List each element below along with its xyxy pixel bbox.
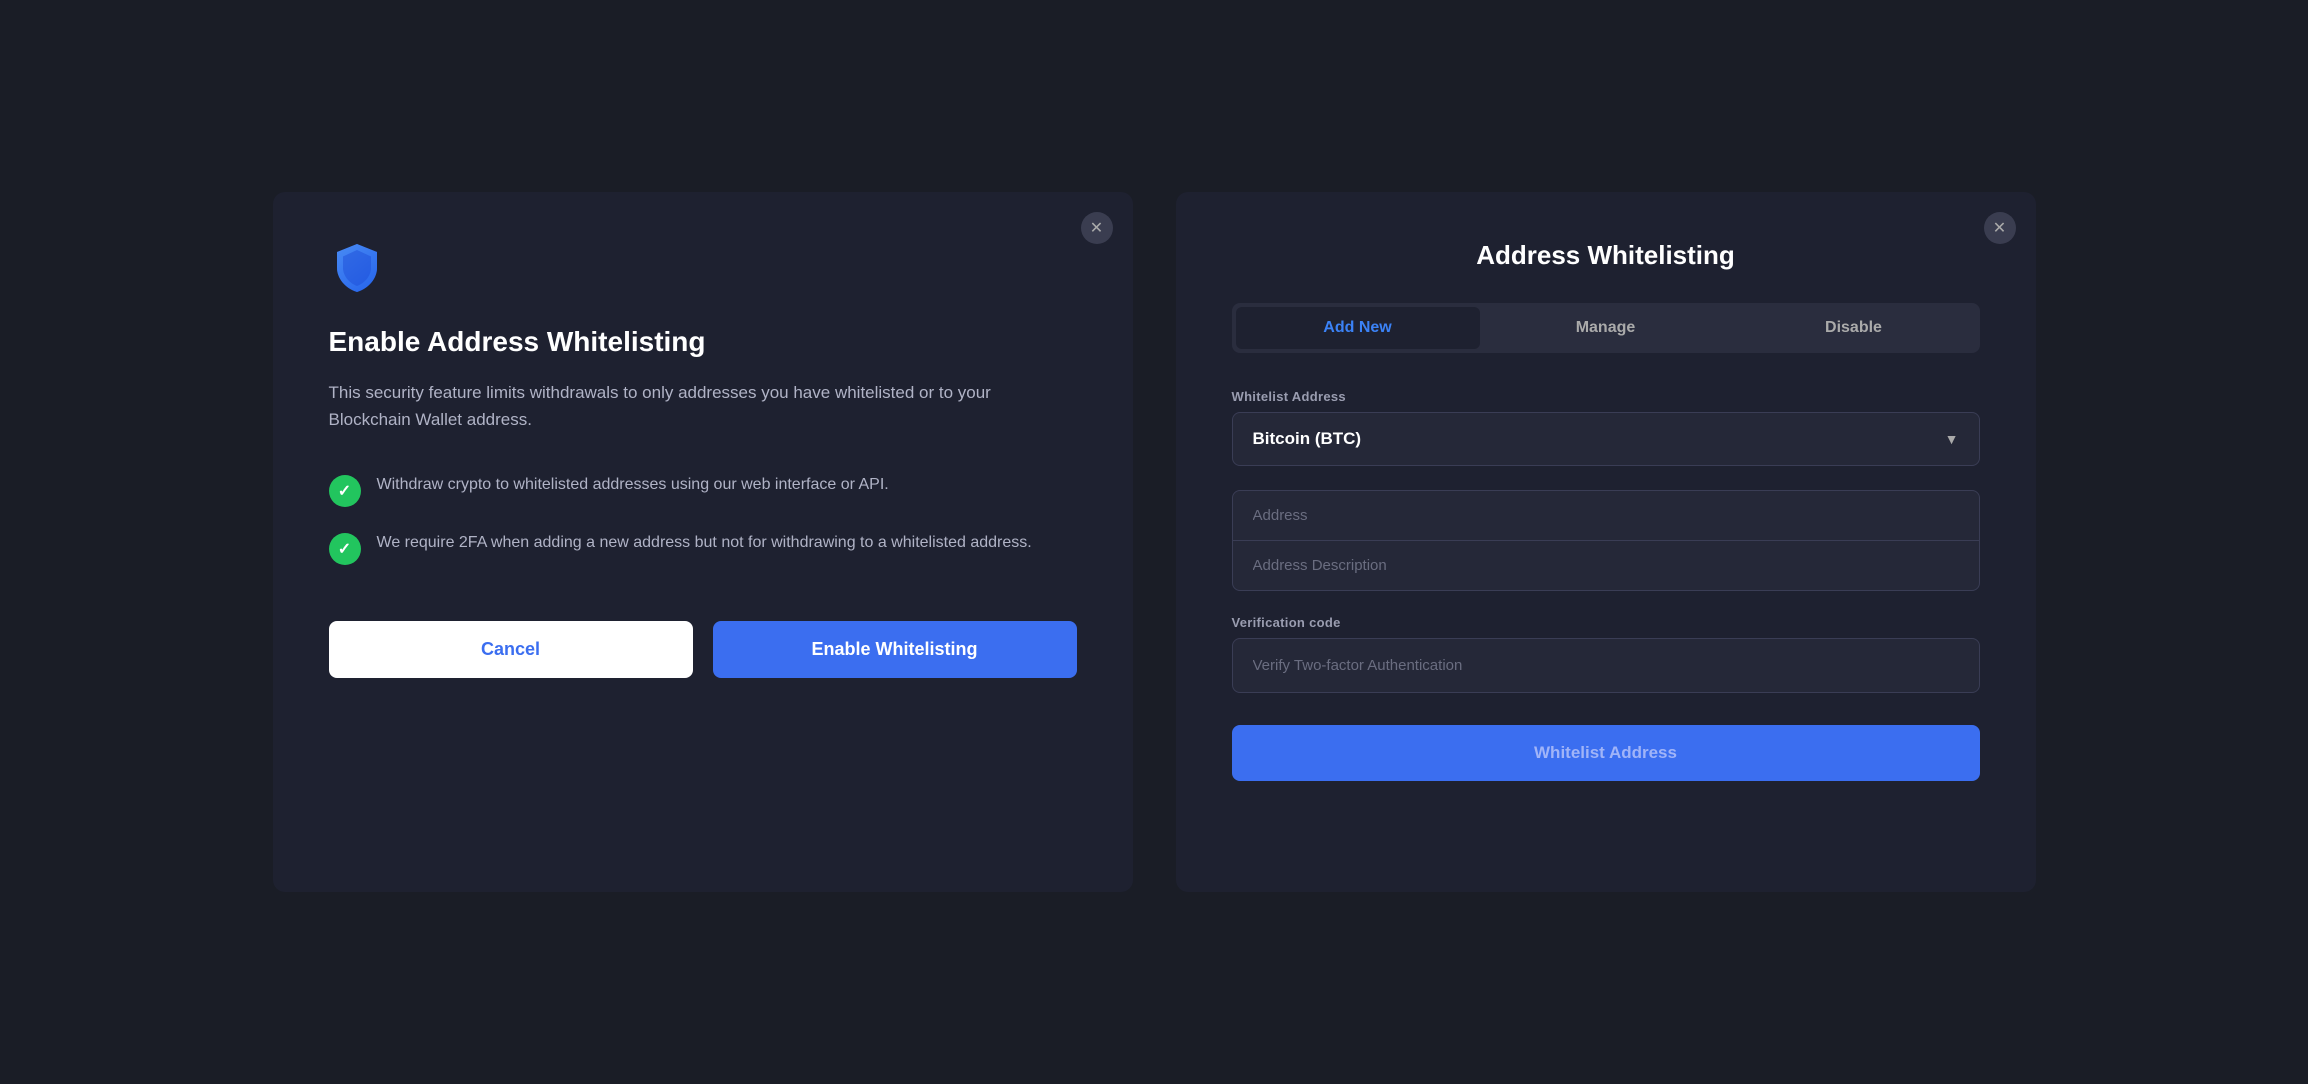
left-modal: ✕ Enable Address Whitelisting This secur… (273, 192, 1133, 892)
feature-item-1: Withdraw crypto to whitelisted addresses… (329, 473, 1077, 507)
close-icon-right: ✕ (1993, 218, 2006, 238)
tab-add-new[interactable]: Add New (1236, 307, 1480, 349)
feature-list: Withdraw crypto to whitelisted addresses… (329, 473, 1077, 565)
check-icon-1 (329, 475, 361, 507)
right-modal-close-button[interactable]: ✕ (1984, 212, 2016, 244)
address-input[interactable] (1233, 491, 1979, 541)
feature-text-1: Withdraw crypto to whitelisted addresses… (377, 473, 889, 497)
shield-icon (329, 240, 1077, 301)
whitelist-address-button[interactable]: Whitelist Address (1232, 725, 1980, 781)
currency-selected-text: Bitcoin (BTC) (1253, 429, 1362, 449)
check-icon-2 (329, 533, 361, 565)
tab-disable[interactable]: Disable (1732, 307, 1976, 349)
feature-item-2: We require 2FA when adding a new address… (329, 531, 1077, 565)
verification-input[interactable] (1232, 638, 1980, 693)
button-row: Cancel Enable Whitelisting (329, 621, 1077, 678)
address-fields-group (1232, 490, 1980, 591)
left-modal-close-button[interactable]: ✕ (1081, 212, 1113, 244)
right-modal-title: Address Whitelisting (1232, 240, 1980, 271)
left-modal-title: Enable Address Whitelisting (329, 325, 1077, 359)
whitelist-address-label: Whitelist Address (1232, 389, 1980, 404)
page-container: ✕ Enable Address Whitelisting This secur… (0, 0, 2308, 1084)
whitelist-address-group: Whitelist Address Bitcoin (BTC) ▼ (1232, 389, 1980, 466)
verification-group: Verification code (1232, 615, 1980, 693)
right-modal: ✕ Address Whitelisting Add New Manage Di… (1176, 192, 2036, 892)
cancel-button[interactable]: Cancel (329, 621, 693, 678)
modal-divider (1153, 192, 1156, 892)
close-icon: ✕ (1090, 218, 1103, 238)
verification-code-label: Verification code (1232, 615, 1980, 630)
tab-manage[interactable]: Manage (1484, 307, 1728, 349)
address-fields-container (1232, 490, 1980, 591)
tab-bar: Add New Manage Disable (1232, 303, 1980, 353)
left-modal-description: This security feature limits withdrawals… (329, 379, 1009, 433)
chevron-down-icon: ▼ (1945, 431, 1959, 447)
enable-whitelisting-button[interactable]: Enable Whitelisting (713, 621, 1077, 678)
address-description-input[interactable] (1233, 541, 1979, 590)
feature-text-2: We require 2FA when adding a new address… (377, 531, 1032, 555)
currency-select[interactable]: Bitcoin (BTC) ▼ (1232, 412, 1980, 466)
